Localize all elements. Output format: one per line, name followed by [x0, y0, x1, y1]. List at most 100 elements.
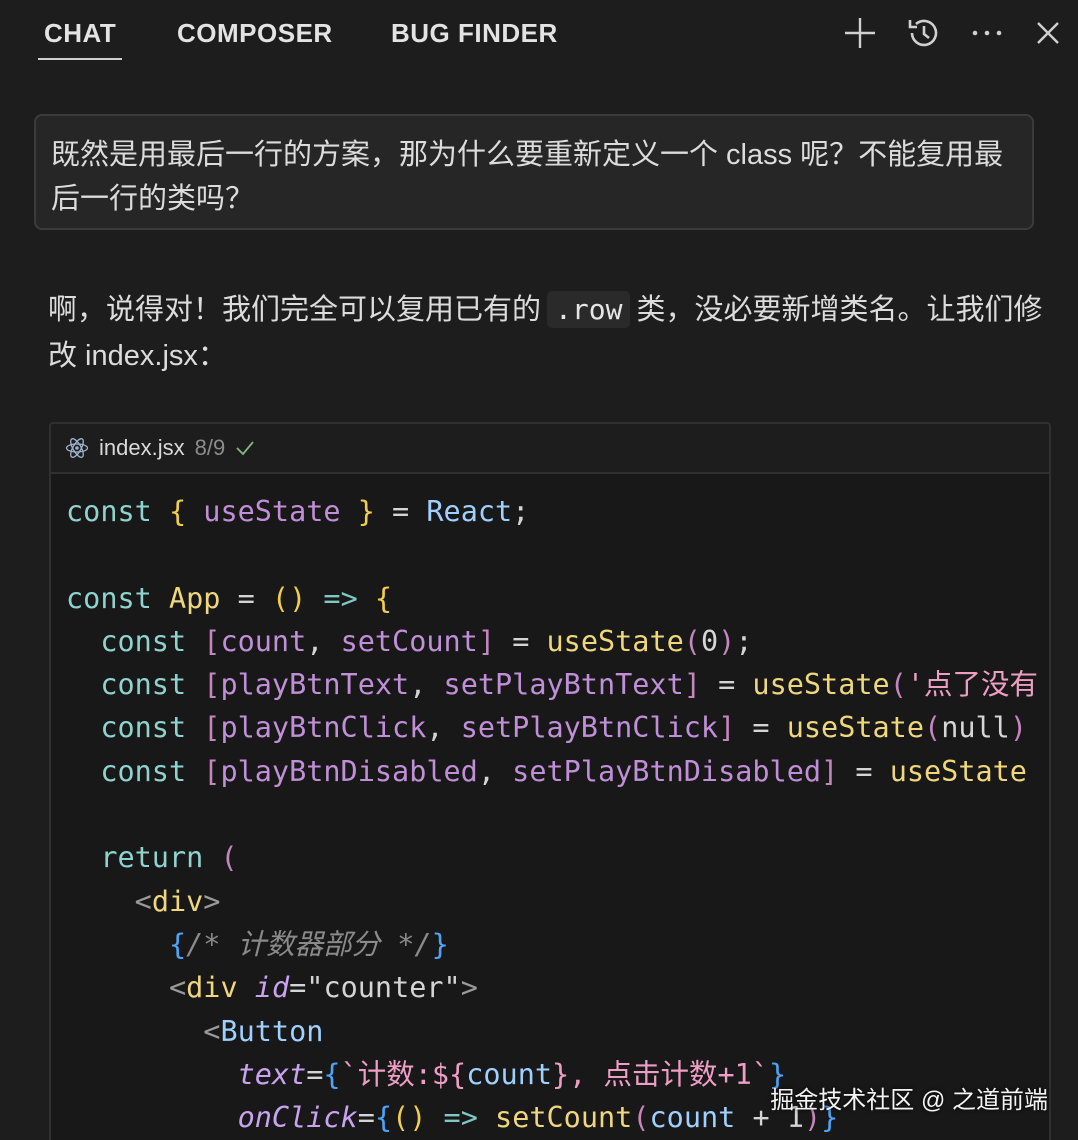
code-token: ( — [632, 1101, 650, 1135]
code-token: => — [443, 1101, 478, 1135]
code-token: ] — [821, 754, 839, 788]
code-token: null — [941, 711, 1010, 745]
code-token: id — [254, 971, 290, 1005]
tab-bug-finder[interactable]: BUG FINDER — [391, 18, 558, 48]
code-token: = — [357, 1101, 375, 1135]
code-token: ( — [924, 711, 942, 745]
code-token: > — [460, 971, 478, 1005]
code-token: const — [100, 668, 204, 702]
code-line: <Button — [66, 1010, 1049, 1053]
code-line: <div> — [66, 880, 1049, 923]
react-icon — [65, 436, 89, 460]
code-token: = — [306, 1057, 324, 1091]
code-token: < — [203, 1014, 221, 1048]
code-token: setPlayBtnDisabled — [512, 754, 822, 788]
plus-icon[interactable] — [839, 12, 881, 54]
code-token: = — [735, 711, 787, 745]
history-icon[interactable] — [903, 12, 945, 54]
code-line: return ( — [66, 836, 1049, 879]
code-token: `计数:${ — [340, 1057, 467, 1091]
code-line: const [count, setCount] = useState(0); — [66, 620, 1049, 663]
code-progress: 8/9 — [194, 435, 226, 460]
code-token: , — [477, 754, 513, 788]
code-token: const — [100, 711, 204, 745]
check-icon — [235, 440, 255, 456]
code-token: setPlayBtnClick — [460, 711, 719, 745]
answer-text-part1: 啊，说得对！我们完全可以复用已有的 — [48, 294, 542, 326]
code-token: = — [220, 581, 272, 615]
code-token: } — [431, 927, 449, 961]
code-token: onClick — [237, 1101, 358, 1135]
code-token: () — [271, 581, 307, 615]
code-token: ( — [683, 624, 701, 658]
code-token: } — [357, 495, 375, 528]
code-token: const — [66, 581, 169, 615]
code-filename: index.jsx — [99, 435, 185, 460]
code-line: const App = () => { — [66, 577, 1049, 620]
code-token: useState — [752, 668, 890, 702]
inline-code: .row — [547, 291, 631, 328]
code-token: setPlayBtnText — [443, 668, 684, 702]
tab-chat[interactable]: CHAT — [37, 18, 123, 60]
code-token: return — [100, 841, 221, 875]
code-token: const — [66, 495, 169, 528]
code-token: div — [186, 971, 238, 1005]
assistant-answer: 啊，说得对！我们完全可以复用已有的 .row 类，没必要新增类名。让我们修改 ind… — [48, 287, 1048, 379]
code-token: ( — [889, 668, 907, 702]
code-token: useState — [889, 754, 1027, 788]
code-line: <div id="counter"> — [66, 966, 1049, 1009]
code-token: Button — [220, 1014, 324, 1048]
header-tabs: CHAT COMPOSER BUG FINDER — [0, 0, 1078, 64]
code-line: const [playBtnText, setPlayBtnText] = us… — [66, 663, 1049, 706]
code-token: text — [237, 1057, 307, 1091]
code-token: = — [374, 495, 427, 528]
code-line: const [playBtnDisabled, setPlayBtnDisabl… — [66, 750, 1049, 793]
code-token: { — [374, 1101, 393, 1135]
code-token: , — [306, 624, 341, 658]
code-token: 0 — [700, 624, 719, 658]
code-token: ] — [683, 668, 701, 702]
code-block-header[interactable]: index.jsx 8/9 — [51, 424, 1049, 474]
code-token: = — [838, 754, 890, 788]
tab-composer[interactable]: COMPOSER — [177, 18, 333, 48]
code-token: div — [151, 884, 204, 918]
more-icon[interactable] — [966, 12, 1008, 54]
code-token: [ — [203, 754, 221, 788]
code-token: ( — [220, 841, 238, 875]
code-token: count — [466, 1057, 553, 1091]
code-token: const — [100, 624, 204, 658]
code-line: const { useState } = React; — [66, 490, 1049, 533]
code-token: [ — [203, 711, 221, 745]
code-token: count — [220, 624, 307, 658]
code-token: ] — [718, 711, 736, 745]
code-token: playBtnText — [220, 668, 410, 702]
code-token: () — [392, 1101, 427, 1135]
code-token: React — [426, 495, 513, 528]
code-token: ] — [477, 624, 496, 658]
code-token: [ — [203, 624, 221, 658]
code-token: = — [495, 624, 547, 658]
code-token: const — [100, 754, 204, 788]
code-token: playBtnClick — [220, 711, 427, 745]
close-icon[interactable] — [1027, 12, 1069, 54]
code-token: playBtnDisabled — [220, 754, 478, 788]
code-token: => — [323, 581, 358, 615]
code-token: < — [168, 971, 187, 1005]
code-line: const [playBtnClick, setPlayBtnClick] = … — [66, 706, 1049, 749]
watermark: 掘金技术社区 @ 之道前端 — [770, 1087, 1048, 1114]
code-block: index.jsx 8/9 const { useState } = React… — [49, 422, 1051, 1140]
code-token: = — [700, 668, 753, 702]
code-token: "counter" — [306, 971, 461, 1005]
